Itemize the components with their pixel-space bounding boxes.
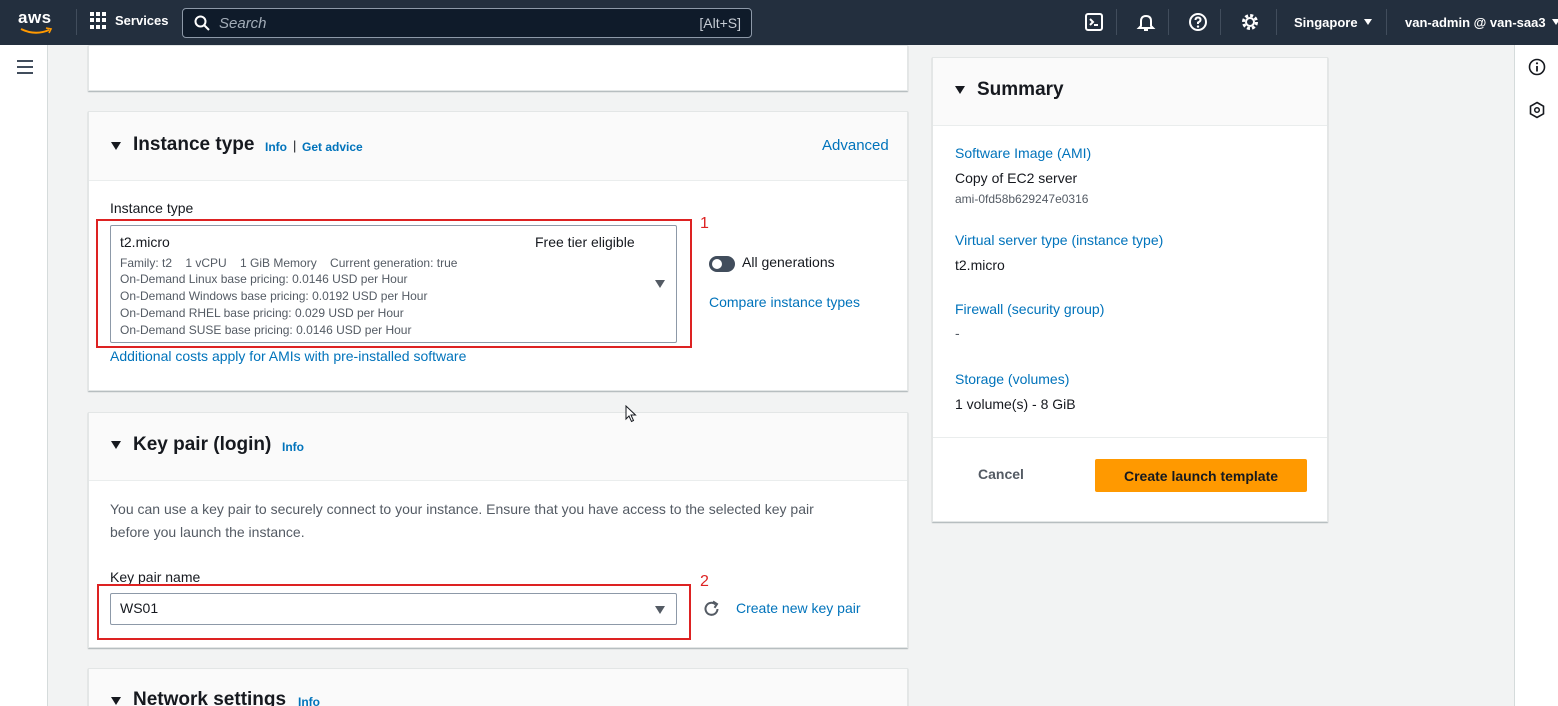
caret-down-icon[interactable] [111, 441, 121, 449]
cancel-button[interactable]: Cancel [961, 459, 1041, 489]
section-title: Network settings [133, 689, 287, 706]
nav-divider [1276, 9, 1277, 35]
annotation-box-2 [97, 584, 691, 640]
cloudshell-icon[interactable] [1084, 12, 1104, 32]
region-selector[interactable]: Singapore [1294, 15, 1372, 30]
key-pair-header[interactable]: Key pair (login) Info [89, 413, 907, 481]
additional-costs-link[interactable]: Additional costs apply for AMIs with pre… [110, 348, 466, 364]
key-pair-description-cont: before you launch the instance. [110, 524, 305, 540]
ami-name: Copy of EC2 server [955, 170, 1078, 186]
firewall-link[interactable]: Firewall (security group) [955, 301, 1104, 317]
annotation-number-2: 2 [700, 573, 709, 590]
info-panel-icon[interactable] [1528, 58, 1546, 76]
nav-divider [1220, 9, 1221, 35]
nav-divider [1116, 9, 1117, 35]
left-rail [0, 45, 48, 706]
ami-link[interactable]: Software Image (AMI) [955, 145, 1091, 161]
storage-link[interactable]: Storage (volumes) [955, 371, 1069, 387]
gear-icon[interactable] [1240, 12, 1260, 32]
account-menu[interactable]: van-admin @ van-saa3 [1405, 15, 1558, 30]
region-label: Singapore [1294, 15, 1358, 30]
all-generations-toggle[interactable] [709, 256, 735, 272]
top-navigation: aws Services [Alt+S] [0, 0, 1558, 45]
search-shortcut-hint: [Alt+S] [699, 15, 741, 31]
apps-grid-icon [90, 12, 107, 29]
menu-icon[interactable] [17, 60, 33, 74]
nav-divider [1386, 9, 1387, 35]
section-title: Instance type [133, 134, 255, 155]
aws-logo-text: aws [18, 8, 52, 27]
network-settings-panel: Network settings Info [88, 668, 908, 706]
caret-down-icon[interactable] [111, 142, 121, 150]
compare-instance-types-link[interactable]: Compare instance types [709, 294, 860, 310]
key-pair-description: You can use a key pair to securely conne… [110, 501, 814, 517]
chevron-down-icon [1363, 19, 1372, 25]
mouse-cursor-icon [625, 405, 637, 423]
info-link[interactable]: Info [265, 140, 287, 154]
annotation-box-1 [96, 219, 692, 348]
hexagon-icon[interactable] [1528, 101, 1546, 119]
search-input[interactable] [219, 13, 659, 33]
field-label: Instance type [110, 200, 194, 216]
section-title: Key pair (login) [133, 434, 272, 455]
caret-down-icon[interactable] [955, 86, 965, 94]
refresh-icon[interactable] [702, 599, 722, 619]
services-label: Services [115, 13, 169, 28]
previous-section-panel [88, 45, 908, 91]
nav-divider [76, 9, 77, 35]
chevron-down-icon [1551, 19, 1558, 25]
info-link[interactable]: Info [298, 695, 320, 706]
get-advice-link[interactable]: Get advice [302, 140, 363, 154]
field-label: Key pair name [110, 569, 201, 585]
network-settings-header[interactable]: Network settings Info [89, 669, 907, 706]
instance-type-link[interactable]: Virtual server type (instance type) [955, 232, 1163, 248]
advanced-link[interactable]: Advanced [822, 137, 889, 154]
services-menu-button[interactable]: Services [90, 12, 169, 29]
storage-value: 1 volume(s) - 8 GiB [955, 396, 1076, 412]
search-box[interactable]: [Alt+S] [182, 8, 752, 38]
bell-icon[interactable] [1136, 12, 1156, 32]
summary-divider [933, 437, 1327, 438]
aws-logo[interactable]: aws [18, 9, 62, 37]
account-label: van-admin @ van-saa3 [1405, 15, 1546, 30]
aws-smile-icon [20, 27, 53, 34]
ami-id: ami-0fd58b629247e0316 [955, 192, 1089, 206]
instance-type-header[interactable]: Instance type Info | Get advice Advanced [89, 112, 907, 181]
nav-divider [1168, 9, 1169, 35]
create-new-key-pair-link[interactable]: Create new key pair [736, 600, 861, 616]
firewall-value: - [955, 325, 960, 341]
help-icon[interactable] [1188, 12, 1208, 32]
all-generations-label: All generations [742, 254, 835, 270]
summary-title: Summary [977, 79, 1064, 100]
info-link[interactable]: Info [282, 440, 304, 454]
annotation-number-1: 1 [700, 215, 709, 232]
link-divider: | [293, 138, 297, 153]
create-launch-template-button[interactable]: Create launch template [1095, 459, 1307, 492]
search-icon [194, 15, 210, 31]
summary-panel: Summary Software Image (AMI) Copy of EC2… [932, 57, 1328, 522]
instance-type-value: t2.micro [955, 257, 1005, 273]
summary-header[interactable]: Summary [933, 58, 1327, 126]
right-rail [1514, 45, 1558, 706]
caret-down-icon[interactable] [111, 697, 121, 705]
